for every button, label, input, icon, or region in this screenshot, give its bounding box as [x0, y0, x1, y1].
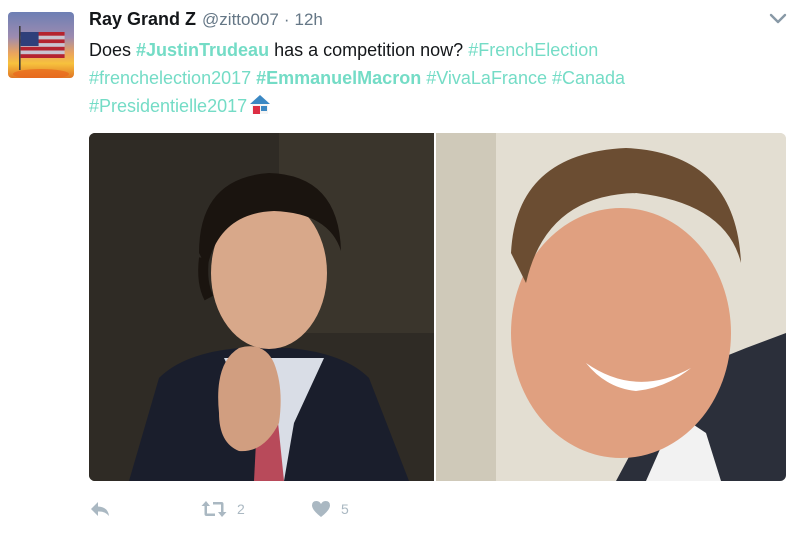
hashtag-emmanuelmacron[interactable]: #EmmanuelMacron — [256, 68, 421, 88]
tweet-media — [89, 133, 786, 481]
tweet-text: Does #JustinTrudeau has a competition no… — [89, 36, 769, 120]
tweet-timestamp[interactable]: 12h — [295, 10, 323, 30]
photo-trudeau[interactable] — [89, 133, 434, 481]
text-word: Does — [89, 40, 137, 60]
avatar[interactable] — [8, 12, 74, 78]
retweet-button[interactable]: 2 — [201, 496, 245, 522]
hashtag-presidentielle2017[interactable]: #Presidentielle2017 — [89, 96, 247, 116]
retweet-count: 2 — [237, 501, 245, 517]
tweet-actions: 2 5 — [89, 496, 489, 522]
hashtag-frenchelection2017[interactable]: #frenchelection2017 — [89, 68, 251, 88]
author-display-name[interactable]: Ray Grand Z — [89, 9, 196, 30]
author-handle[interactable]: @zitto007 — [202, 10, 279, 30]
portrait-image — [436, 133, 786, 481]
photo-macron[interactable] — [436, 133, 786, 481]
reply-button[interactable] — [89, 496, 111, 522]
reply-icon — [91, 502, 109, 516]
hashtag-canada[interactable]: #Canada — [552, 68, 625, 88]
chevron-down-icon[interactable] — [768, 12, 788, 26]
separator-dot: · — [283, 10, 290, 29]
hashtag-justintrudeau[interactable]: #JustinTrudeau — [136, 40, 269, 60]
hashtag-frenchelection[interactable]: #FrenchElection — [468, 40, 598, 60]
house-icon — [250, 95, 271, 114]
tweet-card: Ray Grand Z @zitto007 · 12h Does #Justin… — [0, 0, 800, 535]
tweet-header: Ray Grand Z @zitto007 · 12h — [89, 9, 323, 33]
hashtag-vivalafrance[interactable]: #VivaLaFrance — [426, 68, 547, 88]
heart-icon — [312, 501, 330, 517]
flag-sunset-image — [13, 26, 69, 78]
like-count: 5 — [341, 501, 349, 517]
like-button[interactable]: 5 — [311, 496, 349, 522]
text-word: has a competition now? — [269, 40, 469, 60]
retweet-icon — [201, 501, 227, 517]
portrait-image — [89, 133, 434, 481]
